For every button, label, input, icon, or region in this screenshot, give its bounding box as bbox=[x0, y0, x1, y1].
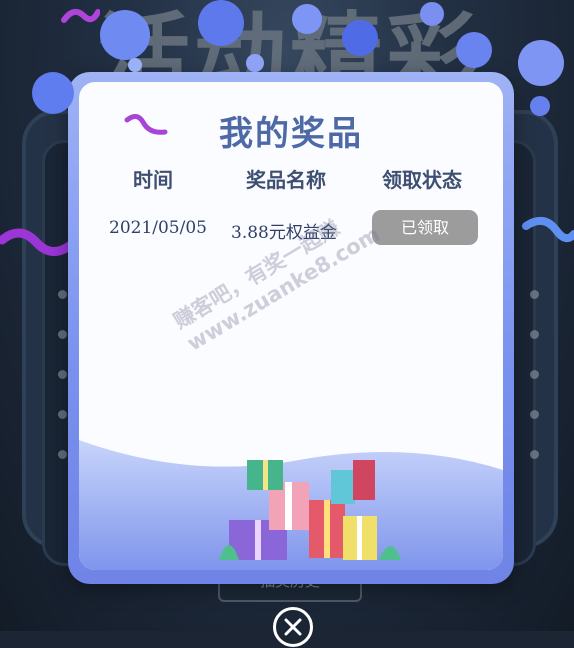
bubble-decoration bbox=[128, 58, 142, 72]
claimed-status-button[interactable]: 已领取 bbox=[372, 210, 478, 245]
prize-card: 我的奖品 时间 奖品名称 领取状态 2021/05/05 3.88元权益金 已领… bbox=[79, 82, 503, 570]
dialog-title: 我的奖品 bbox=[219, 114, 363, 154]
close-icon bbox=[284, 618, 302, 636]
bubble-decoration bbox=[32, 72, 74, 114]
light-dot bbox=[58, 450, 67, 459]
prize-dialog: 我的奖品 时间 奖品名称 领取状态 2021/05/05 3.88元权益金 已领… bbox=[68, 72, 514, 584]
bubble-decoration bbox=[342, 20, 378, 56]
bubble-decoration bbox=[292, 4, 322, 34]
light-dot bbox=[58, 410, 67, 419]
light-dot bbox=[530, 410, 539, 419]
light-dot bbox=[530, 370, 539, 379]
bubble-decoration bbox=[456, 32, 492, 68]
bubble-decoration bbox=[518, 40, 564, 86]
ribbon-decoration-top bbox=[61, 8, 100, 23]
light-dot bbox=[530, 290, 539, 299]
light-dot bbox=[530, 330, 539, 339]
bubble-decoration bbox=[246, 54, 264, 72]
ribbon-decoration-right bbox=[522, 216, 574, 243]
prize-date: 2021/05/05 bbox=[109, 218, 207, 238]
bubble-decoration bbox=[100, 10, 150, 60]
close-button[interactable] bbox=[273, 607, 313, 647]
light-dot bbox=[530, 450, 539, 459]
light-dot bbox=[58, 290, 67, 299]
bubble-decoration bbox=[530, 96, 550, 116]
column-header-time: 时间 bbox=[133, 168, 173, 192]
light-dot bbox=[58, 330, 67, 339]
wave-footer bbox=[79, 440, 503, 570]
column-header-prize-name: 奖品名称 bbox=[246, 168, 326, 192]
bubble-decoration bbox=[420, 2, 444, 26]
column-header-status: 领取状态 bbox=[382, 168, 462, 192]
bubble-decoration bbox=[198, 0, 244, 46]
table-header: 时间 奖品名称 领取状态 bbox=[79, 164, 503, 198]
light-dot bbox=[58, 370, 67, 379]
